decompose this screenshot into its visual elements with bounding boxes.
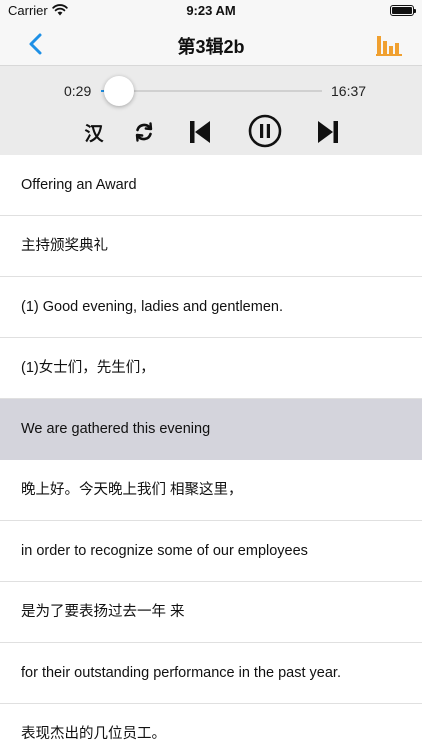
status-bar: Carrier 9:23 AM xyxy=(0,0,422,22)
transcript-line[interactable]: 晚上好。今天晚上我们 相聚这里， xyxy=(0,460,422,521)
transcript-line-text: for their outstanding performance in the… xyxy=(21,665,341,681)
status-time: 9:23 AM xyxy=(186,3,236,18)
transcript-line[interactable]: 表现杰出的几位员工。 xyxy=(0,704,422,750)
transcript-line-text: 晚上好。今天晚上我们 相聚这里， xyxy=(21,482,243,498)
transcript-line-text: 是为了要表扬过去一年 来 xyxy=(21,604,185,620)
transcript-line-text: 主持颁奖典礼 xyxy=(21,238,108,254)
next-track-icon[interactable] xyxy=(316,118,340,146)
progress-slider-thumb[interactable] xyxy=(104,76,134,106)
battery-icon xyxy=(390,5,416,16)
back-button[interactable] xyxy=(22,30,50,58)
transcript-line[interactable]: (1)女士们，先生们， xyxy=(0,338,422,399)
transcript-line[interactable]: Offering an Award xyxy=(0,155,422,216)
total-time: 16:37 xyxy=(331,83,367,99)
transcript-line-text: 表现杰出的几位员工。 xyxy=(21,726,166,742)
transcript-line[interactable]: in order to recognize some of our employ… xyxy=(0,521,422,582)
transcript-line-text: Offering an Award xyxy=(21,177,137,193)
transcript-list[interactable]: Offering an Award 主持颁奖典礼 (1) Good evening,… xyxy=(0,155,422,750)
transcript-line-text: We are gathered this evening xyxy=(21,421,211,437)
transcript-line-text: (1)女士们，先生们， xyxy=(21,360,155,376)
transcript-line[interactable]: 是为了要表扬过去一年 来 xyxy=(0,582,422,643)
transcript-line[interactable]: 主持颁奖典礼 xyxy=(0,216,422,277)
elapsed-time: 0:29 xyxy=(64,83,92,99)
transcript-line[interactable]: (1) Good evening, ladies and gentlemen. xyxy=(0,277,422,338)
player-panel: 0:29 16:37 汉 xyxy=(0,66,422,155)
chinese-toggle-button[interactable]: 汉 xyxy=(82,118,106,146)
transcript-line-text: in order to recognize some of our employ… xyxy=(21,543,308,559)
transcript-line[interactable]: for their outstanding performance in the… xyxy=(0,643,422,704)
pause-button[interactable] xyxy=(248,114,282,148)
bar-chart-icon[interactable] xyxy=(376,34,402,56)
nav-bar: 第3辑2b xyxy=(0,22,422,66)
page-title: 第3辑2b xyxy=(177,37,245,57)
repeat-icon[interactable] xyxy=(133,118,155,146)
transcript-line[interactable]: We are gathered this evening xyxy=(0,399,422,460)
transcript-line-text: (1) Good evening, ladies and gentlemen. xyxy=(21,299,283,315)
progress-slider[interactable] xyxy=(101,90,322,92)
previous-track-icon[interactable] xyxy=(188,118,212,146)
